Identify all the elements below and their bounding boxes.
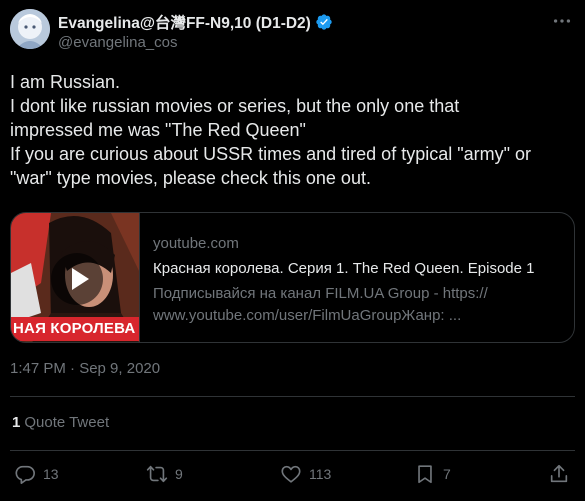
retweet-count: 9	[175, 466, 183, 482]
more-icon[interactable]	[551, 10, 573, 32]
action-bar: 13 9 113 7	[0, 460, 585, 490]
tweet-text-line: If you are curious about USSR times and …	[10, 144, 531, 164]
link-card-domain: youtube.com	[153, 235, 239, 252]
quote-label: Quote Tweet	[24, 414, 110, 431]
reply-icon	[15, 465, 35, 484]
like-icon	[281, 465, 301, 483]
tweet-timestamp[interactable]: 1:47 PM · Sep 9, 2020	[10, 360, 160, 377]
share-button[interactable]	[548, 460, 570, 488]
quote-tweets-link[interactable]: 1 Quote Tweet	[12, 414, 109, 431]
tweet-text-line: impressed me was "The Red Queen"	[10, 120, 306, 140]
link-card[interactable]: НАЯ КОРОЛЕВА youtube.com Красная королев…	[10, 212, 575, 343]
author-name-row: Evangelina@台灣FF-N9,10 (D1-D2)	[58, 11, 333, 33]
tweet-text-line: I dont like russian movies or series, bu…	[10, 96, 460, 116]
link-card-description-line: Подписывайся на канал FILM.UA Group - ht…	[153, 285, 488, 302]
link-card-title: Красная королева. Серия 1. The Red Queen…	[153, 260, 535, 277]
bookmark-button[interactable]: 7	[414, 460, 451, 488]
thumbnail-caption: НАЯ КОРОЛЕВА	[11, 317, 139, 341]
tweet-text: I am Russian. I dont like russian movies…	[10, 70, 576, 190]
play-icon[interactable]	[51, 253, 103, 305]
like-button[interactable]: 113	[280, 460, 331, 488]
tweet: Evangelina@台灣FF-N9,10 (D1-D2) @evangelin…	[0, 0, 585, 501]
link-card-description-line: www.youtube.com/user/FilmUaGroupЖанр: ..…	[153, 307, 462, 324]
verified-badge-icon	[316, 14, 332, 30]
retweet-button[interactable]: 9	[146, 460, 183, 488]
retweet-icon	[146, 465, 168, 483]
link-card-description: Подписывайся на канал FILM.UA Group - ht…	[153, 283, 563, 327]
bookmark-count: 7	[443, 466, 451, 482]
divider	[10, 396, 575, 397]
tweet-text-line: "war" type movies, please check this one…	[10, 168, 371, 188]
divider	[10, 450, 575, 451]
like-count: 113	[309, 466, 332, 482]
quote-count: 1	[12, 414, 21, 431]
reply-count: 13	[43, 466, 59, 482]
tweet-text-line: I am Russian.	[10, 72, 121, 92]
share-icon	[550, 464, 568, 483]
video-thumbnail[interactable]: НАЯ КОРОЛЕВА	[11, 213, 140, 342]
avatar[interactable]	[10, 9, 50, 49]
author-display-name[interactable]: Evangelina@台灣FF-N9,10 (D1-D2)	[58, 11, 311, 33]
link-card-info: youtube.com Красная королева. Серия 1. T…	[153, 233, 563, 327]
reply-button[interactable]: 13	[14, 460, 59, 488]
bookmark-icon	[418, 465, 432, 484]
author-handle[interactable]: @evangelina_cos	[58, 34, 177, 51]
